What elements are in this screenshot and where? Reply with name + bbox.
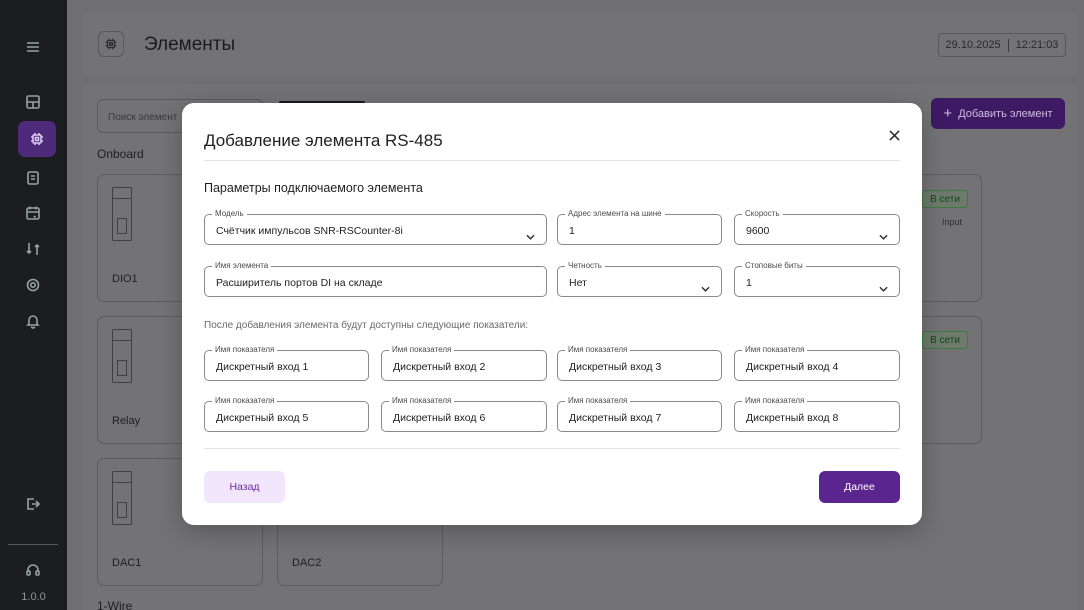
- element-name-input[interactable]: Имя элемента Расширитель портов DI на ск…: [204, 261, 547, 297]
- modal-subtitle: Параметры подключаемого элемента: [204, 181, 423, 195]
- address-input[interactable]: Адрес элемента на шине 1: [557, 209, 722, 245]
- field-label: Стоповые биты: [742, 261, 806, 271]
- chevron-down-icon: [701, 279, 710, 292]
- field-value: 9600: [746, 225, 770, 237]
- parity-select[interactable]: Четность Нет: [557, 261, 722, 297]
- field-label: Имя показателя: [212, 396, 278, 406]
- device-icon: [112, 471, 132, 525]
- section-onboard: Onboard: [97, 147, 144, 161]
- indicator-input-6[interactable]: Имя показателя Дискретный вход 6: [381, 396, 547, 432]
- input-label: Input: [942, 217, 963, 227]
- field-value: Дискретный вход 7: [569, 412, 662, 424]
- field-value: Дискретный вход 8: [746, 412, 839, 424]
- field-label: Имя показателя: [565, 396, 631, 406]
- date-text: 29.10.2025: [945, 39, 1001, 51]
- status-badge: В сети: [922, 331, 968, 349]
- speed-select[interactable]: Скорость 9600: [734, 209, 900, 245]
- field-label: Имя элемента: [212, 261, 272, 271]
- element-name: DIO1: [112, 273, 138, 285]
- field-value: Счётчик импульсов SNR-RSCounter-8i: [216, 225, 403, 237]
- indicator-input-8[interactable]: Имя показателя Дискретный вход 8: [734, 396, 900, 432]
- element-name: DAC2: [292, 557, 322, 569]
- field-value: Расширитель портов DI на складе: [216, 277, 383, 289]
- element-name: DAC1: [112, 557, 142, 569]
- field-label: Имя показателя: [565, 345, 631, 355]
- datetime-divider: [1007, 38, 1009, 52]
- field-value: Дискретный вход 1: [216, 361, 309, 373]
- support-icon[interactable]: [21, 558, 45, 582]
- add-element-label: Добавить элемент: [958, 107, 1053, 120]
- settings-icon[interactable]: [21, 273, 45, 297]
- indicator-input-1[interactable]: Имя показателя Дискретный вход 1: [204, 345, 369, 381]
- field-value: 1: [746, 277, 752, 289]
- chevron-down-icon: [879, 279, 888, 292]
- sidebar-divider: [8, 544, 58, 545]
- field-value: Дискретный вход 3: [569, 361, 662, 373]
- back-button[interactable]: Назад: [204, 471, 285, 503]
- indicators-hint: После добавления элемента будут доступны…: [204, 320, 529, 331]
- datetime-display: 29.10.2025 12:21:03: [938, 33, 1066, 57]
- add-element-modal: Добавление элемента RS-485 Параметры под…: [182, 103, 922, 525]
- field-value: Дискретный вход 6: [393, 412, 486, 424]
- indicator-input-4[interactable]: Имя показателя Дискретный вход 4: [734, 345, 900, 381]
- logout-icon[interactable]: [21, 492, 45, 516]
- close-icon[interactable]: [882, 123, 906, 147]
- chevron-down-icon: [879, 227, 888, 240]
- device-icon: [112, 187, 132, 241]
- next-button[interactable]: Далее: [819, 471, 900, 503]
- field-label: Модель: [212, 209, 247, 219]
- field-label: Имя показателя: [742, 345, 808, 355]
- field-label: Адрес элемента на шине: [565, 209, 665, 219]
- plus-icon: +: [943, 105, 953, 122]
- modal-divider: [204, 160, 900, 161]
- field-label: Скорость: [742, 209, 783, 219]
- status-badge: В сети: [922, 190, 968, 208]
- indicator-input-2[interactable]: Имя показателя Дискретный вход 2: [381, 345, 547, 381]
- page-title: Элементы: [144, 34, 236, 55]
- field-label: Имя показателя: [389, 396, 455, 406]
- indicator-input-3[interactable]: Имя показателя Дискретный вход 3: [557, 345, 722, 381]
- modal-title: Добавление элемента RS-485: [204, 131, 443, 150]
- section-1wire: 1-Wire: [97, 599, 133, 610]
- field-value: Дискретный вход 4: [746, 361, 839, 373]
- field-value: Нет: [569, 277, 587, 289]
- device-icon: [112, 329, 132, 383]
- time-text: 12:21:03: [1015, 39, 1059, 51]
- stopbits-select[interactable]: Стоповые биты 1: [734, 261, 900, 297]
- field-label: Четность: [565, 261, 605, 271]
- document-icon[interactable]: [21, 166, 45, 190]
- dashboard-icon[interactable]: [21, 90, 45, 114]
- transfer-icon[interactable]: [21, 237, 45, 261]
- field-value: 1: [569, 225, 575, 237]
- model-select[interactable]: Модель Счётчик импульсов SNR-RSCounter-8…: [204, 209, 547, 245]
- calendar-icon[interactable]: [21, 201, 45, 225]
- field-value: Дискретный вход 5: [216, 412, 309, 424]
- field-value: Дискретный вход 2: [393, 361, 486, 373]
- app-version: 1.0.0: [21, 591, 46, 603]
- field-label: Имя показателя: [389, 345, 455, 355]
- menu-icon[interactable]: [21, 35, 45, 59]
- indicator-input-5[interactable]: Имя показателя Дискретный вход 5: [204, 396, 369, 432]
- chip-icon[interactable]: [25, 127, 49, 151]
- field-label: Имя показателя: [742, 396, 808, 406]
- modal-divider: [204, 448, 900, 449]
- element-name: Relay: [112, 415, 141, 427]
- field-label: Имя показателя: [212, 345, 278, 355]
- chevron-down-icon: [526, 227, 535, 240]
- add-element-button[interactable]: + Добавить элемент: [931, 98, 1065, 129]
- chip-icon: [98, 31, 124, 57]
- bell-icon[interactable]: [21, 309, 45, 333]
- indicator-input-7[interactable]: Имя показателя Дискретный вход 7: [557, 396, 722, 432]
- sidebar: 1.0.0: [0, 0, 67, 610]
